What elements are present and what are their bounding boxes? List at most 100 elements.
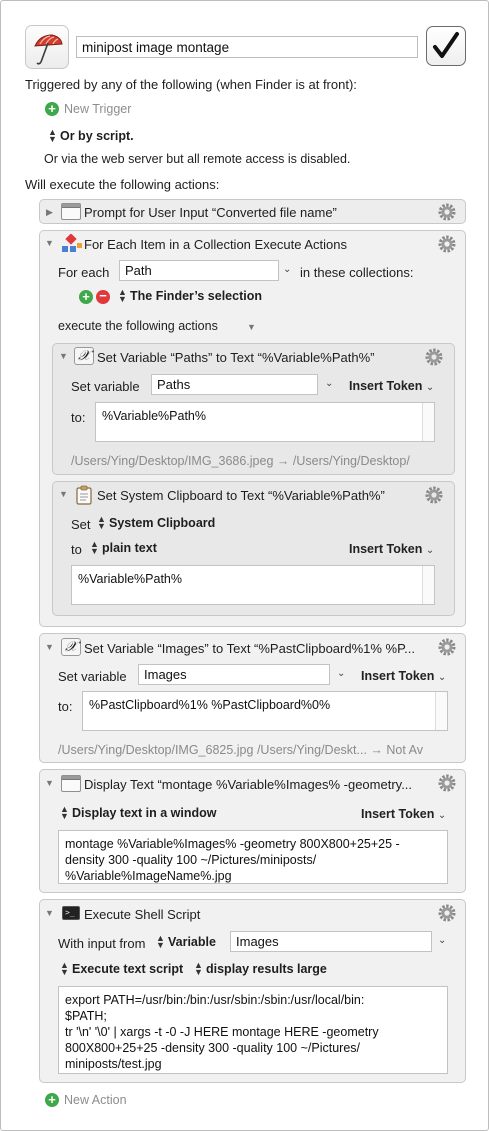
- window-icon: [61, 775, 81, 792]
- in-collections-label: in these collections:: [300, 265, 414, 280]
- input-source-label: Variable: [168, 935, 216, 949]
- actions-heading: Will execute the following actions:: [25, 177, 220, 192]
- collection-label: The Finder’s selection: [130, 289, 262, 303]
- macro-icon[interactable]: [25, 25, 69, 69]
- new-trigger-label: New Trigger: [64, 102, 132, 116]
- insert-token-label: Insert Token: [349, 379, 423, 393]
- disclosure-expanded-icon[interactable]: ▼: [59, 489, 68, 499]
- input-variable-field[interactable]: Images: [230, 931, 432, 952]
- to-label: to: [71, 542, 82, 557]
- gear-icon[interactable]: [437, 637, 457, 657]
- or-by-script-popup[interactable]: ▲ ▼ Or by script.: [48, 127, 134, 144]
- disclosure-expanded-icon[interactable]: ▼: [45, 642, 54, 652]
- chevron-down-icon[interactable]: ⌄: [325, 378, 333, 389]
- action-prompt-for-user-input[interactable]: ▶ Prompt for User Input “Converted file …: [39, 199, 466, 224]
- updown-arrows-icon: ▲ ▼: [90, 539, 99, 556]
- disclosure-expanded-icon[interactable]: ▼: [45, 908, 54, 918]
- triangle-down-icon[interactable]: ▼: [247, 322, 256, 332]
- value-text: %Variable%Path%: [78, 572, 182, 586]
- execute-mode-popup[interactable]: ▲ ▼ Execute text script: [60, 960, 183, 977]
- updown-arrows-icon: ▲ ▼: [60, 960, 69, 977]
- collection-popup[interactable]: ▲ ▼ The Finder’s selection: [118, 288, 262, 304]
- script-line: $PATH;: [65, 1009, 107, 1023]
- insert-token-menu[interactable]: Insert Token ⌄: [361, 807, 446, 821]
- scrollbar[interactable]: [422, 403, 434, 441]
- action-title: Display Text “montage %Variable%Images% …: [84, 777, 413, 792]
- insert-token-menu[interactable]: Insert Token ⌄: [361, 669, 446, 683]
- to-label: to:: [58, 699, 73, 714]
- action-execute-shell-script[interactable]: ▼ >_ Execute Shell Script With input fro…: [39, 899, 466, 1083]
- result-preview: /Users/Ying/Desktop/IMG_3686.jpeg → /Use…: [71, 454, 410, 468]
- disclosure-expanded-icon[interactable]: ▼: [59, 351, 68, 361]
- insert-token-menu[interactable]: Insert Token ⌄: [349, 379, 434, 393]
- script-line: 800X800+25+25 -density 300 -quality 100 …: [65, 1041, 360, 1055]
- action-set-variable-images[interactable]: ▼ 𝒳 Set Variable “Images” to Text “%Past…: [39, 633, 466, 763]
- chevron-down-icon[interactable]: ⌄: [438, 935, 446, 946]
- action-title: Execute Shell Script: [84, 907, 201, 922]
- disclosure-expanded-icon[interactable]: ▼: [45, 778, 54, 788]
- macro-enabled-checkbox[interactable]: [426, 26, 466, 66]
- disclosure-expanded-icon[interactable]: ▼: [45, 238, 54, 248]
- terminal-icon: >_: [62, 906, 80, 920]
- chevron-down-icon: ⌄: [437, 810, 447, 821]
- script-line: export PATH=/usr/bin:/bin:/usr/sbin:/sbi…: [65, 993, 365, 1007]
- results-mode-popup[interactable]: ▲ ▼ display results large: [194, 961, 327, 977]
- action-title: Prompt for User Input “Converted file na…: [84, 205, 337, 220]
- add-collection-button[interactable]: +: [79, 290, 93, 304]
- format-label: plain text: [102, 541, 157, 555]
- gear-icon[interactable]: [437, 773, 457, 793]
- display-text-textarea[interactable]: montage %Variable%Images% -geometry 800X…: [58, 830, 448, 884]
- scrollbar[interactable]: [435, 692, 447, 730]
- macro-name-field[interactable]: minipost image montage: [76, 36, 418, 58]
- variable-icon: 𝒳: [61, 638, 81, 656]
- gear-icon[interactable]: [424, 485, 444, 505]
- macro-editor-window: minipost image montage Triggered by any …: [0, 0, 489, 1131]
- variable-name-field[interactable]: Images: [138, 664, 330, 685]
- variable-name-field[interactable]: Paths: [151, 374, 318, 395]
- action-title: Set System Clipboard to Text “%Variable%…: [97, 488, 385, 503]
- umbrella-icon: [34, 34, 63, 65]
- shell-script-textarea[interactable]: export PATH=/usr/bin:/bin:/usr/sbin:/sbi…: [58, 986, 448, 1074]
- insert-token-menu[interactable]: Insert Token ⌄: [349, 542, 434, 556]
- for-each-label: For each: [58, 265, 110, 280]
- variable-value-textarea[interactable]: %Variable%Path%: [95, 402, 435, 442]
- insert-token-label: Insert Token: [349, 542, 423, 556]
- display-mode-popup[interactable]: ▲ ▼ Display text in a window: [60, 804, 217, 821]
- clipboard-target-popup[interactable]: ▲ ▼ System Clipboard: [97, 515, 215, 531]
- updown-arrows-icon: ▲ ▼: [60, 804, 69, 821]
- chevron-down-icon[interactable]: ⌄: [283, 264, 291, 275]
- new-trigger-button[interactable]: + New Trigger: [45, 102, 131, 116]
- variable-value-textarea[interactable]: %PastClipboard%1% %PastClipboard%0%: [82, 691, 448, 731]
- with-input-label: With input from: [58, 936, 146, 951]
- set-label: Set: [71, 517, 91, 532]
- web-server-note: Or via the web server but all remote acc…: [44, 152, 351, 166]
- clipboard-icon: [76, 485, 92, 505]
- scrollbar[interactable]: [422, 566, 434, 604]
- format-popup[interactable]: ▲ ▼ plain text: [90, 539, 157, 556]
- gear-icon[interactable]: [437, 234, 457, 254]
- insert-token-label: Insert Token: [361, 807, 435, 821]
- gear-icon[interactable]: [437, 903, 457, 923]
- script-line: tr '\n' '\0' | xargs -t -0 -J HERE monta…: [65, 1025, 379, 1039]
- gear-icon[interactable]: [424, 347, 444, 367]
- window-icon: [61, 203, 81, 220]
- triggers-heading: Triggered by any of the following (when …: [25, 77, 357, 92]
- remove-collection-button[interactable]: −: [96, 289, 110, 304]
- new-action-button[interactable]: + New Action: [45, 1093, 127, 1107]
- action-title: Set Variable “Paths” to Text “%Variable%…: [97, 350, 375, 365]
- chevron-down-icon[interactable]: ⌄: [337, 668, 345, 679]
- action-set-variable-paths[interactable]: ▼ 𝒳 Set Variable “Paths” to Text “%Varia…: [52, 343, 455, 475]
- updown-arrows-icon: ▲ ▼: [48, 127, 57, 144]
- gear-icon[interactable]: [437, 202, 457, 222]
- action-set-clipboard[interactable]: ▼ Set System Clipboard to Text “%Variabl…: [52, 481, 455, 616]
- for-each-variable-field[interactable]: Path: [119, 260, 279, 281]
- input-source-popup[interactable]: ▲ ▼ Variable: [156, 934, 216, 950]
- action-for-each[interactable]: ▼ For Each Item in a Collection Execute …: [39, 230, 466, 627]
- chevron-down-icon: ⌄: [425, 382, 435, 393]
- clipboard-text-textarea[interactable]: %Variable%Path%: [71, 565, 435, 605]
- or-by-script-label: Or by script.: [60, 129, 134, 143]
- disclosure-collapsed-icon[interactable]: ▶: [46, 207, 53, 218]
- chevron-down-icon: ⌄: [425, 545, 435, 556]
- display-mode-label: Display text in a window: [72, 806, 217, 820]
- action-display-text[interactable]: ▼ Display Text “montage %Variable%Images…: [39, 769, 466, 893]
